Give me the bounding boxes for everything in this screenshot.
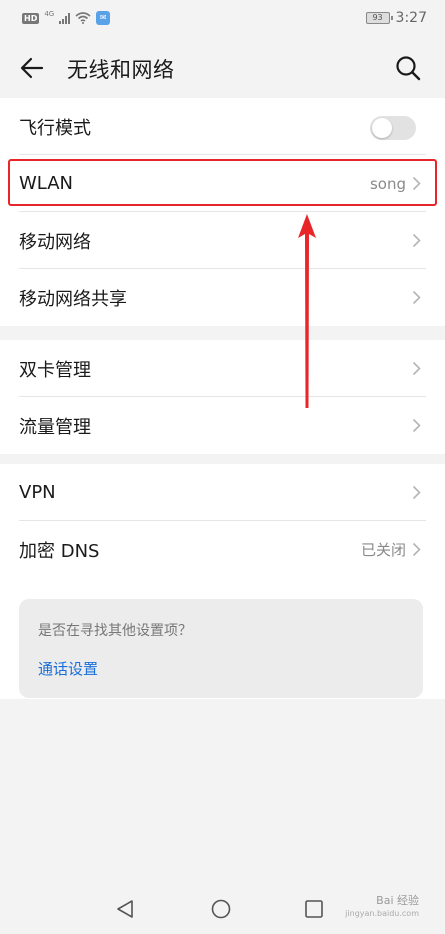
airplane-mode-row[interactable]: 飞行模式 xyxy=(0,98,445,155)
watermark-domain: jingyan.baidu.com xyxy=(345,909,419,918)
hd-badge: HD xyxy=(22,12,40,24)
watermark-brand: Bai 经验 xyxy=(376,894,419,907)
signal-icon xyxy=(59,12,71,24)
battery-icon: 93 xyxy=(365,12,393,24)
search-icon[interactable] xyxy=(393,53,423,83)
notification-app-icon: ✉ xyxy=(96,11,111,25)
wlan-row[interactable]: WLAN song xyxy=(0,155,445,212)
watermark: Bai 经验 jingyan.baidu.com xyxy=(345,894,419,920)
status-right: 93 3:27 xyxy=(365,10,427,26)
annotation-arrow-icon xyxy=(298,214,316,408)
square-recents-icon[interactable] xyxy=(303,898,325,920)
private-dns-status: 已关闭 xyxy=(360,541,406,559)
page-title: 无线和网络 xyxy=(67,58,175,82)
suggestion-title: 是否在寻找其他设置项？ xyxy=(38,623,192,639)
suggestion-card: 是否在寻找其他设置项？ 通话设置 xyxy=(19,599,423,698)
arrow-left-icon[interactable] xyxy=(18,54,46,82)
settings-group-connections: 飞行模式 WLAN song 移动网络 移动网络共享 xyxy=(0,98,445,326)
status-time: 3:27 xyxy=(395,10,427,26)
row-label: 飞行模式 xyxy=(19,117,91,139)
row-label: 流量管理 xyxy=(19,416,91,438)
dual-sim-row[interactable]: 双卡管理 xyxy=(0,340,445,397)
circle-home-icon[interactable] xyxy=(210,898,232,920)
private-dns-row[interactable]: 加密 DNS 已关闭 xyxy=(0,521,445,578)
wifi-icon xyxy=(75,12,91,24)
triangle-back-icon[interactable] xyxy=(114,898,136,920)
network-type: 4G xyxy=(44,10,55,18)
row-label: 加密 DNS xyxy=(19,540,100,562)
chevron-right-icon xyxy=(412,485,421,500)
call-settings-link[interactable]: 通话设置 xyxy=(38,658,98,679)
status-icons: HD 4G ✉ xyxy=(22,10,111,25)
chevron-right-icon xyxy=(412,233,421,248)
row-label: WLAN xyxy=(19,173,74,194)
airplane-mode-toggle[interactable] xyxy=(370,116,416,140)
mobile-network-row[interactable]: 移动网络 xyxy=(0,212,445,269)
tethering-row[interactable]: 移动网络共享 xyxy=(0,269,445,326)
row-label: VPN xyxy=(19,482,56,503)
chevron-right-icon xyxy=(412,542,421,557)
chevron-right-icon xyxy=(412,361,421,376)
wlan-network-name: song xyxy=(369,174,406,193)
chevron-right-icon xyxy=(412,176,421,191)
row-label: 双卡管理 xyxy=(19,359,91,381)
top-app-bar: 无线和网络 xyxy=(0,40,445,96)
row-label: 移动网络共享 xyxy=(19,288,127,310)
data-usage-row[interactable]: 流量管理 xyxy=(0,397,445,454)
row-label: 移动网络 xyxy=(19,231,91,253)
vpn-row[interactable]: VPN xyxy=(0,464,445,521)
chevron-right-icon xyxy=(412,418,421,433)
settings-group-sim: 双卡管理 流量管理 xyxy=(0,340,445,454)
status-bar: HD 4G ✉ 93 3:27 xyxy=(0,0,445,36)
chevron-right-icon xyxy=(412,290,421,305)
toggle-knob xyxy=(372,118,392,138)
